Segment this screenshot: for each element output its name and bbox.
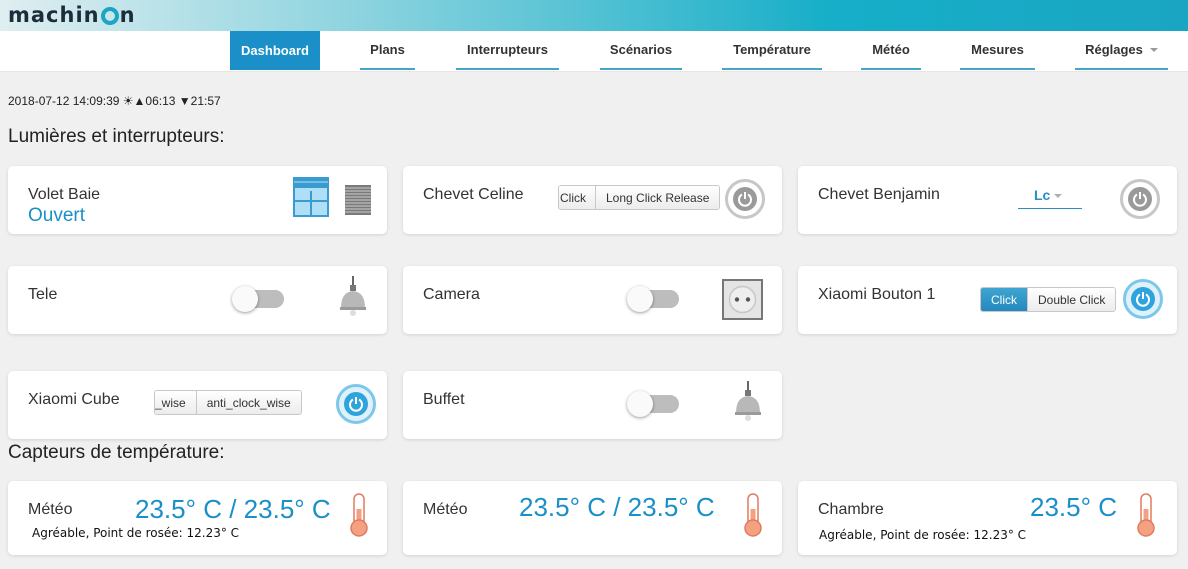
blind-closed-icon[interactable] bbox=[345, 185, 371, 215]
thermometer-icon bbox=[744, 493, 762, 537]
toggle-switch[interactable] bbox=[627, 391, 679, 417]
device-name: Camera bbox=[423, 286, 480, 303]
selector-button-group: Click Long Click Release bbox=[558, 185, 721, 210]
sensor-details: Agréable, Point de rosée: 12.23° C bbox=[32, 526, 240, 540]
dropdown-value: Lc bbox=[1034, 187, 1051, 203]
nav-temperature[interactable]: Température bbox=[722, 31, 822, 70]
selector-button-double-click[interactable]: Double Click bbox=[1028, 288, 1116, 311]
blind-open-icon[interactable] bbox=[293, 177, 329, 217]
sensor-details: Agréable, Point de rosée: 12.23° C bbox=[819, 528, 1027, 542]
device-card-volet-baie: Volet Baie Ouvert bbox=[8, 166, 387, 234]
sensor-card-meteo-2: Météo 23.5° C / 23.5° C bbox=[403, 481, 782, 555]
selector-button-long-click-release[interactable]: Long Click Release bbox=[596, 186, 720, 209]
main-nav: Dashboard Plans Interrupteurs Scénarios … bbox=[0, 31, 1188, 72]
toggle-switch[interactable] bbox=[232, 286, 284, 312]
nav-reglages-label: Réglages bbox=[1085, 42, 1143, 57]
device-card-camera: Camera bbox=[403, 266, 782, 334]
sensor-card-meteo-1: Météo 23.5° C / 23.5° C Agréable, Point … bbox=[8, 481, 387, 555]
sensor-value: 23.5° C bbox=[1030, 492, 1118, 522]
selector-button-group: _wise anti_clock_wise bbox=[154, 390, 302, 415]
selector-button-anti-clock-wise[interactable]: anti_clock_wise bbox=[196, 391, 301, 414]
nav-dashboard[interactable]: Dashboard bbox=[230, 31, 320, 70]
sensor-value: 23.5° C / 23.5° C bbox=[135, 494, 331, 524]
section-title-temperature: Capteurs de température: bbox=[8, 442, 225, 463]
chevron-down-icon bbox=[1149, 47, 1158, 52]
sunrise-time: ▲06:13 bbox=[133, 94, 176, 108]
device-name: Buffet bbox=[423, 391, 465, 408]
lamp-icon[interactable] bbox=[338, 276, 368, 318]
selector-button-clock-wise[interactable]: _wise bbox=[155, 391, 197, 414]
machinon-logo[interactable]: machin n bbox=[8, 2, 136, 28]
sensor-card-chambre: Chambre 23.5° C Agréable, Point de rosée… bbox=[798, 481, 1177, 555]
nav-mesures[interactable]: Mesures bbox=[960, 31, 1035, 70]
power-icon[interactable] bbox=[336, 384, 376, 424]
toggle-knob bbox=[627, 391, 653, 417]
device-name: Chevet Benjamin bbox=[818, 186, 940, 203]
sensor-name: Météo bbox=[28, 501, 73, 518]
sensor-value: 23.5° C / 23.5° C bbox=[519, 492, 715, 522]
top-banner: machin n bbox=[0, 0, 1188, 31]
nav-reglages[interactable]: Réglages bbox=[1075, 31, 1168, 70]
section-title-lights: Lumières et interrupteurs: bbox=[8, 126, 225, 147]
lamp-icon[interactable] bbox=[733, 381, 763, 423]
selector-button-click[interactable]: Click bbox=[559, 186, 596, 209]
toggle-knob bbox=[232, 286, 258, 312]
device-card-tele: Tele bbox=[8, 266, 387, 334]
power-icon[interactable] bbox=[1123, 279, 1163, 319]
thermometer-icon bbox=[350, 493, 368, 537]
device-name: Tele bbox=[28, 286, 58, 303]
sunset-time: ▼21:57 bbox=[178, 94, 221, 108]
socket-icon[interactable] bbox=[722, 279, 763, 320]
power-icon[interactable] bbox=[725, 179, 765, 219]
toggle-switch[interactable] bbox=[627, 286, 679, 312]
thermometer-icon bbox=[1137, 493, 1155, 537]
device-card-xiaomi-cube: Xiaomi Cube _wise anti_clock_wise bbox=[8, 371, 387, 439]
level-dropdown[interactable]: Lc bbox=[1018, 185, 1082, 209]
selector-button-group: Click Double Click bbox=[980, 287, 1117, 312]
device-name: Xiaomi Cube bbox=[28, 391, 120, 408]
device-status: Ouvert bbox=[28, 205, 86, 226]
sun-icon: ☀ bbox=[122, 94, 134, 108]
nav-plans[interactable]: Plans bbox=[360, 31, 415, 70]
chevron-down-icon bbox=[1054, 194, 1062, 198]
nav-scenarios[interactable]: Scénarios bbox=[600, 31, 682, 70]
device-name: Volet Baie bbox=[28, 186, 101, 203]
selector-button-click[interactable]: Click bbox=[981, 288, 1028, 311]
nav-meteo[interactable]: Météo bbox=[861, 31, 921, 70]
device-card-chevet-celine: Chevet Celine Click Long Click Release bbox=[403, 166, 782, 234]
device-name: Chevet Celine bbox=[423, 186, 524, 203]
device-card-chevet-benjamin: Chevet Benjamin Lc bbox=[798, 166, 1177, 234]
nav-interrupteurs[interactable]: Interrupteurs bbox=[456, 31, 559, 70]
toggle-knob bbox=[627, 286, 653, 312]
datetime-status: 2018-07-12 14:09:39 ☀▲06:13 ▼21:57 bbox=[8, 94, 221, 108]
device-card-buffet: Buffet bbox=[403, 371, 782, 439]
power-icon[interactable] bbox=[1120, 179, 1160, 219]
device-name: Xiaomi Bouton 1 bbox=[818, 286, 936, 303]
sensor-name: Météo bbox=[423, 501, 468, 518]
sensor-name: Chambre bbox=[818, 501, 884, 518]
datetime-value: 2018-07-12 14:09:39 bbox=[8, 94, 120, 108]
device-card-xiaomi-bouton-1: Xiaomi Bouton 1 Click Double Click bbox=[798, 266, 1177, 334]
